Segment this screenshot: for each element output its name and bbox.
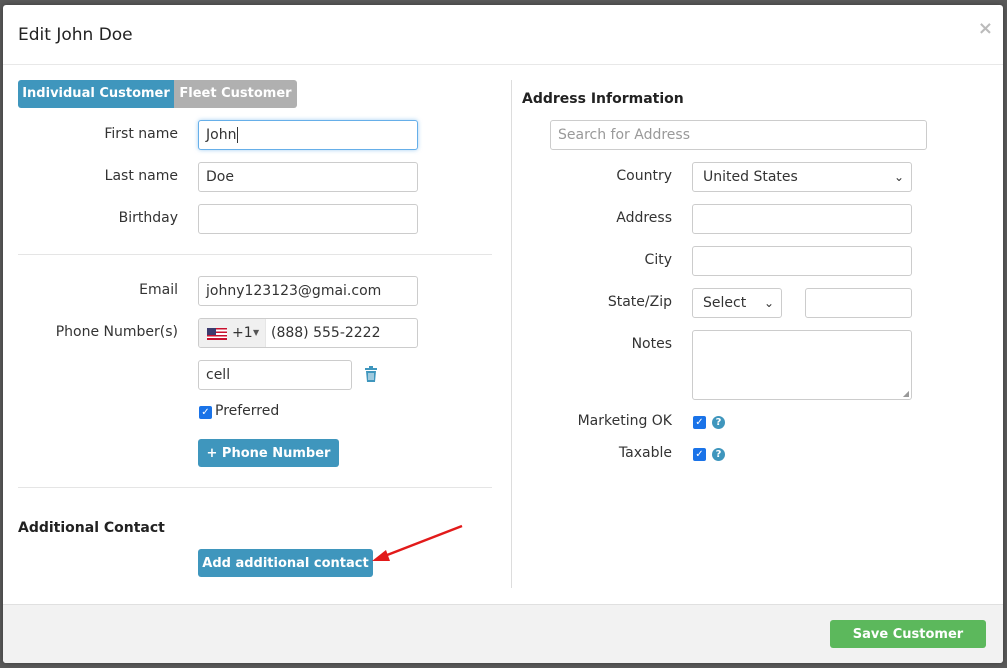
phone-label: Phone Number(s) <box>55 324 178 340</box>
country-value: United States <box>703 169 798 185</box>
state-zip-label: State/Zip <box>607 294 672 310</box>
edit-customer-modal: Edit John Doe × Individual Customer Flee… <box>3 5 1003 663</box>
add-phone-button[interactable]: + Phone Number <box>198 439 339 467</box>
column-separator <box>511 80 512 588</box>
text-cursor <box>237 127 239 143</box>
phone-type-value: cell <box>206 367 231 383</box>
close-icon[interactable]: × <box>978 18 993 39</box>
email-value: johny123123@gmai.com <box>206 283 382 299</box>
modal-header: Edit John Doe × <box>3 5 1003 65</box>
taxable-label: Taxable <box>618 445 672 461</box>
us-flag-icon <box>207 328 227 340</box>
marketing-ok-label: Marketing OK <box>577 413 672 429</box>
zip-field[interactable] <box>805 288 912 318</box>
marketing-ok-checkbox[interactable]: ✓ <box>693 416 706 429</box>
email-label: Email <box>139 282 178 298</box>
first-name-value: John <box>206 127 237 143</box>
taxable-checkbox[interactable]: ✓ <box>693 448 706 461</box>
additional-contact-title: Additional Contact <box>18 520 165 536</box>
address-section-title: Address Information <box>522 91 684 107</box>
address-label: Address <box>616 210 672 226</box>
birthday-label: Birthday <box>118 210 178 226</box>
address-field[interactable] <box>692 204 912 234</box>
divider <box>18 254 492 255</box>
city-field[interactable] <box>692 246 912 276</box>
tab-individual-customer[interactable]: Individual Customer <box>18 80 174 108</box>
address-search-input[interactable]: Search for Address <box>550 120 927 150</box>
add-additional-contact-button[interactable]: Add additional contact <box>198 549 373 577</box>
state-select[interactable]: Select ⌄ <box>692 288 782 318</box>
preferred-label: Preferred <box>215 403 280 419</box>
preferred-checkbox[interactable]: ✓ <box>199 406 212 419</box>
annotation-arrow <box>372 524 463 561</box>
phone-field[interactable]: +1 ▼ (888) 555-2222 <box>198 318 418 348</box>
birthday-field[interactable] <box>198 204 418 234</box>
save-customer-button[interactable]: Save Customer <box>830 620 986 648</box>
last-name-field[interactable]: Doe <box>198 162 418 192</box>
country-select[interactable]: United States ⌄ <box>692 162 912 192</box>
tab-fleet-customer[interactable]: Fleet Customer <box>174 80 297 108</box>
city-label: City <box>644 252 672 268</box>
phone-value: (888) 555-2222 <box>271 325 381 341</box>
state-value: Select <box>703 295 747 311</box>
phone-type-field[interactable]: cell <box>198 360 352 390</box>
notes-textarea[interactable]: ◢ <box>692 330 912 400</box>
trash-icon[interactable] <box>364 366 378 382</box>
help-icon[interactable]: ? <box>712 448 725 461</box>
first-name-label: First name <box>104 126 178 142</box>
address-search-placeholder: Search for Address <box>558 127 691 143</box>
help-icon[interactable]: ? <box>712 416 725 429</box>
notes-label: Notes <box>631 336 672 352</box>
last-name-value: Doe <box>206 169 234 185</box>
chevron-down-icon: ⌄ <box>763 296 774 310</box>
chevron-down-icon: ⌄ <box>893 170 904 184</box>
country-code-selector[interactable]: +1 ▼ <box>199 319 266 347</box>
country-code: +1 <box>232 325 253 341</box>
modal-footer: Save Customer <box>3 604 1003 663</box>
resize-handle-icon[interactable]: ◢ <box>903 390 909 398</box>
last-name-label: Last name <box>104 168 178 184</box>
divider <box>18 487 492 488</box>
country-label: Country <box>616 168 672 184</box>
email-field[interactable]: johny123123@gmai.com <box>198 276 418 306</box>
first-name-field[interactable]: John <box>198 120 418 150</box>
chevron-down-icon: ▼ <box>253 328 260 337</box>
modal-title: Edit John Doe <box>18 25 133 45</box>
